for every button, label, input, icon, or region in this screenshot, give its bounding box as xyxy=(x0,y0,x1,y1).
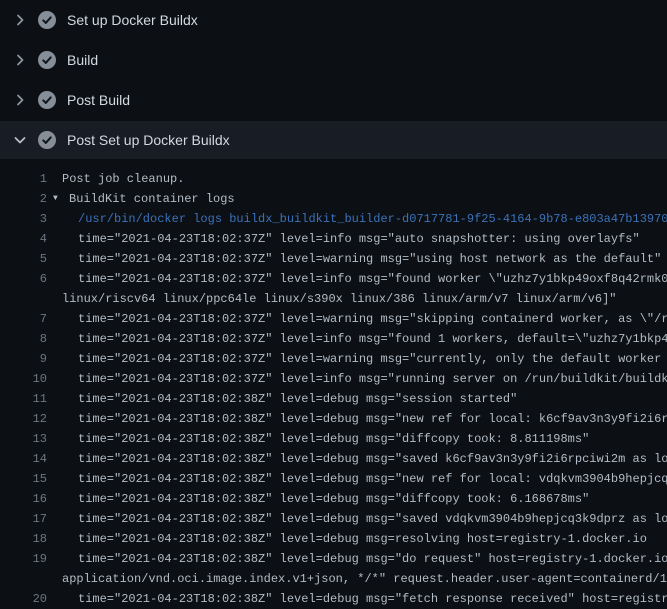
line-number[interactable]: 19 xyxy=(0,549,47,569)
check-circle-icon xyxy=(38,11,56,29)
chevron-right-icon[interactable] xyxy=(12,12,28,28)
line-number[interactable]: 5 xyxy=(0,249,47,269)
line-number xyxy=(0,289,47,309)
actions-log-viewer: { "steps": [ { "label": "Set up Docker B… xyxy=(0,0,667,600)
line-number[interactable]: 11 xyxy=(0,389,47,409)
step-build[interactable]: Build xyxy=(0,40,667,80)
log-line: 10 time="2021-04-23T18:02:37Z" level=inf… xyxy=(0,369,667,389)
log-text: time="2021-04-23T18:02:38Z" level=debug … xyxy=(47,489,589,509)
log-text: application/vnd.oci.image.index.v1+json,… xyxy=(47,569,667,589)
step-post-setup-docker-buildx[interactable]: Post Set up Docker Buildx xyxy=(0,121,667,159)
log-text: time="2021-04-23T18:02:37Z" level=info m… xyxy=(47,229,640,249)
log-text: time="2021-04-23T18:02:38Z" level=debug … xyxy=(47,409,667,429)
log-text: time="2021-04-23T18:02:37Z" level=info m… xyxy=(47,369,667,389)
chevron-down-icon[interactable] xyxy=(12,132,28,148)
log-text: time="2021-04-23T18:02:37Z" level=info m… xyxy=(47,329,667,349)
log-line: 1 Post job cleanup. xyxy=(0,169,667,189)
log-text: time="2021-04-23T18:02:37Z" level=warnin… xyxy=(47,249,661,269)
log-line: 5 time="2021-04-23T18:02:37Z" level=warn… xyxy=(0,249,667,269)
step-label: Post Set up Docker Buildx xyxy=(67,132,230,148)
log-text: linux/riscv64 linux/ppc64le linux/s390x … xyxy=(47,289,617,309)
log-command-text: /usr/bin/docker logs buildx_buildkit_bui… xyxy=(47,209,667,229)
check-circle-icon xyxy=(38,91,56,109)
log-text: time="2021-04-23T18:02:38Z" level=debug … xyxy=(47,549,667,569)
triangle-down-icon[interactable]: ▼ xyxy=(53,189,69,209)
log-line-continuation: application/vnd.oci.image.index.v1+json,… xyxy=(0,569,667,589)
line-number[interactable]: 20 xyxy=(0,589,47,609)
chevron-right-icon[interactable] xyxy=(12,92,28,108)
log-line: 8 time="2021-04-23T18:02:37Z" level=info… xyxy=(0,329,667,349)
line-number[interactable]: 17 xyxy=(0,509,47,529)
log-text: time="2021-04-23T18:02:38Z" level=debug … xyxy=(47,589,667,609)
line-number[interactable]: 16 xyxy=(0,489,47,509)
log-line: 11 time="2021-04-23T18:02:38Z" level=deb… xyxy=(0,389,667,409)
line-number[interactable]: 15 xyxy=(0,469,47,489)
log-text: Post job cleanup. xyxy=(47,169,184,189)
line-number[interactable]: 4 xyxy=(0,229,47,249)
log-text: time="2021-04-23T18:02:38Z" level=debug … xyxy=(47,389,517,409)
log-line: 9 time="2021-04-23T18:02:37Z" level=warn… xyxy=(0,349,667,369)
log-group-title: BuildKit container logs xyxy=(69,189,235,209)
log-line: 12 time="2021-04-23T18:02:38Z" level=deb… xyxy=(0,409,667,429)
log-line: 7 time="2021-04-23T18:02:37Z" level=warn… xyxy=(0,309,667,329)
log-line: 18 time="2021-04-23T18:02:38Z" level=deb… xyxy=(0,529,667,549)
log-line: 17 time="2021-04-23T18:02:38Z" level=deb… xyxy=(0,509,667,529)
step-label: Build xyxy=(67,52,98,68)
check-circle-icon xyxy=(38,131,56,149)
line-number[interactable]: 7 xyxy=(0,309,47,329)
log-line: 13 time="2021-04-23T18:02:38Z" level=deb… xyxy=(0,429,667,449)
log-area: 1 Post job cleanup. 2 ▼ BuildKit contain… xyxy=(0,159,667,609)
log-text: time="2021-04-23T18:02:38Z" level=debug … xyxy=(47,509,667,529)
log-text: time="2021-04-23T18:02:38Z" level=debug … xyxy=(47,529,647,549)
line-number[interactable]: 10 xyxy=(0,369,47,389)
step-label: Set up Docker Buildx xyxy=(67,12,198,28)
log-text: time="2021-04-23T18:02:37Z" level=info m… xyxy=(47,269,667,289)
step-list: Set up Docker Buildx Build Post Build Po… xyxy=(0,0,667,159)
log-line-command: 3 /usr/bin/docker logs buildx_buildkit_b… xyxy=(0,209,667,229)
line-number[interactable]: 3 xyxy=(0,209,47,229)
line-number[interactable]: 6 xyxy=(0,269,47,289)
log-line: 16 time="2021-04-23T18:02:38Z" level=deb… xyxy=(0,489,667,509)
log-line: 20 time="2021-04-23T18:02:38Z" level=deb… xyxy=(0,589,667,609)
log-line-continuation: linux/riscv64 linux/ppc64le linux/s390x … xyxy=(0,289,667,309)
log-line: 6 time="2021-04-23T18:02:37Z" level=info… xyxy=(0,269,667,289)
log-line: 4 time="2021-04-23T18:02:37Z" level=info… xyxy=(0,229,667,249)
line-number[interactable]: 2 xyxy=(0,189,47,209)
chevron-right-icon[interactable] xyxy=(12,52,28,68)
log-line: 19 time="2021-04-23T18:02:38Z" level=deb… xyxy=(0,549,667,569)
line-number[interactable]: 13 xyxy=(0,429,47,449)
line-number[interactable]: 14 xyxy=(0,449,47,469)
line-number[interactable]: 18 xyxy=(0,529,47,549)
step-post-build[interactable]: Post Build xyxy=(0,80,667,120)
check-circle-icon xyxy=(38,51,56,69)
log-text: time="2021-04-23T18:02:37Z" level=warnin… xyxy=(47,349,667,369)
log-text: time="2021-04-23T18:02:38Z" level=debug … xyxy=(47,449,667,469)
line-number[interactable]: 9 xyxy=(0,349,47,369)
step-setup-docker-buildx[interactable]: Set up Docker Buildx xyxy=(0,0,667,40)
line-number xyxy=(0,569,47,589)
line-number[interactable]: 12 xyxy=(0,409,47,429)
log-text: time="2021-04-23T18:02:38Z" level=debug … xyxy=(47,429,589,449)
line-number[interactable]: 8 xyxy=(0,329,47,349)
line-number[interactable]: 1 xyxy=(0,169,47,189)
log-line: 14 time="2021-04-23T18:02:38Z" level=deb… xyxy=(0,449,667,469)
step-label: Post Build xyxy=(67,92,130,108)
log-text: time="2021-04-23T18:02:38Z" level=debug … xyxy=(47,469,667,489)
log-line: 15 time="2021-04-23T18:02:38Z" level=deb… xyxy=(0,469,667,489)
log-text: time="2021-04-23T18:02:37Z" level=warnin… xyxy=(47,309,667,329)
log-group-header[interactable]: 2 ▼ BuildKit container logs xyxy=(0,189,667,209)
